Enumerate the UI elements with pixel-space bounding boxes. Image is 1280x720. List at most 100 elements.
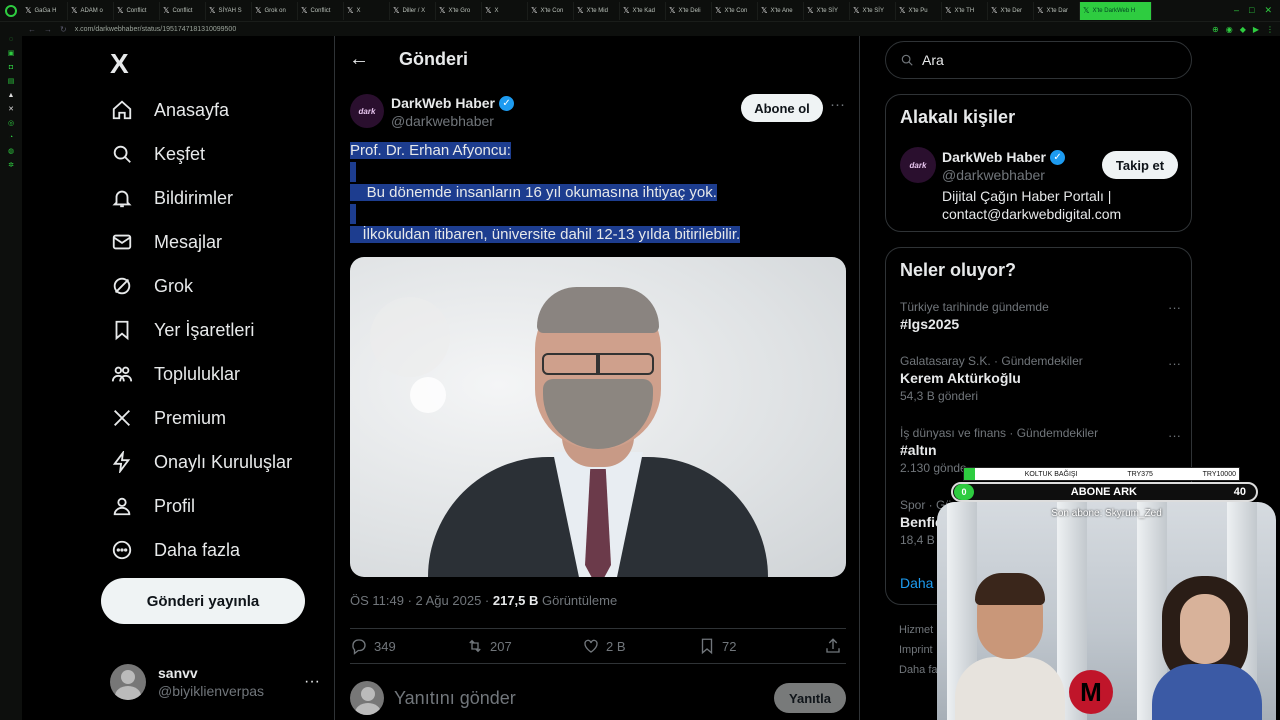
more-icon[interactable]: ··· — [1168, 428, 1181, 443]
browser-tab[interactable]: 𝕏 Conflict — [114, 1, 160, 20]
nav-item-notifications[interactable]: Bildirimler — [110, 178, 233, 218]
bell-icon — [110, 186, 134, 210]
browser-logo-icon[interactable] — [0, 0, 22, 22]
messenger-icon[interactable]: ◍ — [7, 148, 15, 156]
browser-tab[interactable]: 𝕏 X'te Dar — [1034, 1, 1080, 20]
follow-button[interactable]: Takip et — [1102, 151, 1178, 179]
nav-item-home[interactable]: Anasayfa — [110, 90, 229, 130]
menu-icon[interactable]: ⋮ — [1266, 25, 1274, 34]
browser-tab[interactable]: 𝕏 X'te Gro — [436, 1, 482, 20]
more-circle-icon — [110, 538, 134, 562]
tweet-text-line: Bu dönemde insanların 16 yıl okumasına i… — [350, 183, 717, 203]
author-avatar[interactable]: dark — [350, 94, 384, 128]
related-name[interactable]: DarkWeb Haber ✓ — [942, 149, 1066, 165]
browser-tab[interactable]: 𝕏 Conflict — [298, 1, 344, 20]
browser-tab-label: Conflict — [126, 7, 147, 14]
note-icon[interactable]: ▤ — [7, 78, 15, 86]
browser-tab[interactable]: 𝕏 X'te Kad — [620, 1, 666, 20]
browser-tab[interactable]: 𝕏 Grok on — [252, 1, 298, 20]
nav-item-verified-orgs[interactable]: Onaylı Kuruluşlar — [110, 442, 292, 482]
x-favicon-icon: 𝕏 — [991, 6, 998, 15]
browser-tab[interactable]: 𝕏 X'te Deli — [666, 1, 712, 20]
nav-item-premium[interactable]: Premium — [110, 398, 226, 438]
reply-icon — [352, 639, 366, 655]
nav-item-profile[interactable]: Profil — [110, 486, 195, 526]
browser-tab[interactable]: 𝕏 X'te DarkWeb H — [1080, 1, 1152, 20]
search-input[interactable] — [922, 52, 1172, 68]
reply-button[interactable]: 349 — [350, 637, 466, 655]
follow-button[interactable]: Abone ol — [741, 94, 823, 122]
music-icon[interactable]: ◎ — [7, 120, 15, 128]
pin-icon[interactable]: ▲ — [7, 92, 15, 100]
chat-icon[interactable]: ◘ — [7, 64, 15, 72]
trend-item[interactable]: Türkiye tarihinde gündemde #lgs2025 — [900, 300, 1180, 332]
x-sidebar-icon[interactable]: ✕ — [7, 106, 15, 114]
show-more-link[interactable]: Daha f — [900, 575, 941, 591]
streamer-right — [1152, 576, 1262, 720]
nav-item-bookmarks[interactable]: Yer İşaretleri — [110, 310, 254, 350]
back-nav-icon[interactable]: ← — [28, 25, 36, 34]
reload-icon[interactable]: ↻ — [60, 25, 67, 34]
url-field[interactable]: x.com/darkwebhaber/status/19517471813100… — [75, 26, 1204, 33]
trend-item[interactable]: Galatasaray S.K. · Gündemdekiler Kerem A… — [900, 354, 1180, 403]
forward-nav-icon[interactable]: → — [44, 25, 52, 34]
browser-tab[interactable]: 𝕏 X'te Con — [528, 1, 574, 20]
browser-tab[interactable]: 𝕏X — [482, 1, 528, 20]
browser-tab[interactable]: 𝕏 Conflict — [160, 1, 206, 20]
browser-tab[interactable]: 𝕏 Diller / X — [390, 1, 436, 20]
zoom-icon[interactable]: ⊕ — [1212, 25, 1219, 34]
close-icon[interactable]: ✕ — [1264, 5, 1272, 16]
tweet-photo[interactable] — [350, 257, 846, 577]
back-arrow-icon[interactable]: ← — [349, 48, 369, 71]
reply-input[interactable]: Yanıtını gönder — [394, 688, 764, 709]
browser-tab[interactable]: 𝕏 SİYAH S — [206, 1, 252, 20]
clock-icon[interactable]: ◔ — [7, 134, 15, 142]
account-switcher[interactable]: sanvv @biyiklienverpas ··· — [110, 660, 320, 704]
author-name[interactable]: DarkWeb Haber ✓ — [391, 95, 515, 111]
x-logo-icon[interactable]: X — [110, 48, 129, 80]
extension-icons: ⊕ ◉ ◆ ▶ ⋮ — [1212, 25, 1274, 34]
minimize-icon[interactable]: – — [1234, 5, 1239, 16]
browser-tab[interactable]: 𝕏 X'te Ane — [758, 1, 804, 20]
nav-item-messages[interactable]: Mesajlar — [110, 222, 222, 262]
related-handle[interactable]: @darkwebhaber — [942, 167, 1045, 183]
more-icon[interactable]: ··· — [304, 673, 320, 691]
author-handle[interactable]: @darkwebhaber — [391, 113, 494, 129]
nav-item-communities[interactable]: Topluluklar — [110, 354, 240, 394]
browser-tab[interactable]: 𝕏 X'te SİY — [804, 1, 850, 20]
shield-icon[interactable]: ◆ — [1240, 25, 1246, 34]
browser-tab[interactable]: 𝕏 X'te Der — [988, 1, 1034, 20]
maximize-icon[interactable]: □ — [1249, 5, 1254, 16]
extension-icon[interactable]: ◉ — [1226, 25, 1233, 34]
like-button[interactable]: 2 B — [582, 637, 698, 655]
more-icon[interactable]: ··· — [1168, 300, 1181, 315]
search-box[interactable] — [885, 41, 1192, 79]
share-button[interactable] — [824, 637, 842, 655]
avatar[interactable]: dark — [900, 147, 936, 183]
settings-icon[interactable]: ✲ — [7, 162, 15, 170]
post-timestamp[interactable]: ÖS 11:49 · 2 Ağu 2025 · — [350, 593, 493, 608]
browser-tab[interactable]: 𝕏 ADAM o — [68, 1, 114, 20]
browser-tab[interactable]: 𝕏 X'te SİY — [850, 1, 896, 20]
browser-tab[interactable]: 𝕏 X'te Mid — [574, 1, 620, 20]
browser-tab[interactable]: 𝕏 X'te TH — [942, 1, 988, 20]
nav-item-more[interactable]: Daha fazla — [110, 530, 240, 570]
share-icon — [826, 638, 840, 653]
browser-tab[interactable]: 𝕏 X'te Con — [712, 1, 758, 20]
post-button[interactable]: Gönderi yayınla — [101, 578, 305, 624]
browser-tab[interactable]: 𝕏 GaGa H — [22, 1, 68, 20]
reply-submit-button[interactable]: Yanıtla — [774, 683, 846, 713]
more-icon[interactable]: ··· — [1168, 356, 1181, 371]
reply-count: 349 — [374, 638, 396, 654]
history-icon[interactable]: ◌ — [7, 36, 15, 44]
lock-icon[interactable]: ▣ — [7, 50, 15, 58]
nav-item-explore[interactable]: Keşfet — [110, 134, 205, 174]
browser-tab[interactable]: 𝕏 X'te Pu — [896, 1, 942, 20]
bookmark-button[interactable]: 72 — [698, 637, 814, 655]
trend-name: Kerem Aktürkoğlu — [900, 370, 1021, 386]
post-more-icon[interactable]: ··· — [830, 96, 845, 113]
browser-tab[interactable]: 𝕏X — [344, 1, 390, 20]
repost-button[interactable]: 207 — [466, 637, 582, 655]
play-icon[interactable]: ▶ — [1253, 25, 1259, 34]
nav-item-grok[interactable]: Grok — [110, 266, 193, 306]
